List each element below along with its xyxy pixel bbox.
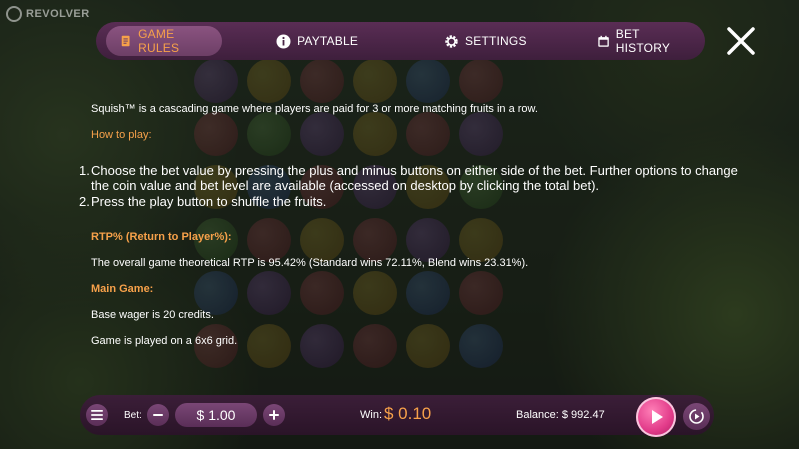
minus-icon — [153, 414, 163, 416]
plus-icon — [269, 410, 279, 420]
menu-button[interactable] — [86, 404, 108, 426]
main-game-heading: Main Game: — [91, 283, 154, 295]
win-value: $ 0.10 — [384, 404, 432, 423]
win-label: Win: — [360, 409, 382, 421]
list-item: 2. Press the play button to shuffle the … — [79, 194, 327, 209]
rtp-text: The overall game theoretical RTP is 95.4… — [91, 257, 529, 269]
grid-text: Game is played on a 6x6 grid. — [91, 335, 238, 347]
step-text: Press the play button to shuffle the fru… — [91, 194, 327, 209]
spin-button[interactable] — [636, 397, 676, 437]
bet-label: Bet: — [124, 410, 142, 421]
hamburger-icon — [91, 410, 103, 420]
autoplay-button[interactable] — [683, 403, 710, 430]
play-icon — [652, 410, 663, 424]
bet-increase-button[interactable] — [263, 404, 285, 426]
autoplay-icon — [689, 409, 704, 424]
bet-value[interactable]: $ 1.00 — [175, 403, 257, 427]
how-to-play-heading: How to play: — [91, 129, 152, 141]
bet-decrease-button[interactable] — [147, 404, 169, 426]
balance-display: Balance: $ 992.47 — [516, 409, 605, 421]
how-to-play-steps: 1. Choose the bet value by pressing the … — [79, 163, 739, 210]
base-wager-text: Base wager is 20 credits. — [91, 309, 214, 321]
game-rules-panel: Squish™ is a cascading game where player… — [0, 0, 799, 449]
list-item: 1. Choose the bet value by pressing the … — [79, 163, 738, 193]
rtp-heading: RTP% (Return to Player%): — [91, 231, 232, 243]
step-text: Choose the bet value by pressing the plu… — [91, 163, 738, 193]
rules-intro: Squish™ is a cascading game where player… — [91, 103, 538, 115]
